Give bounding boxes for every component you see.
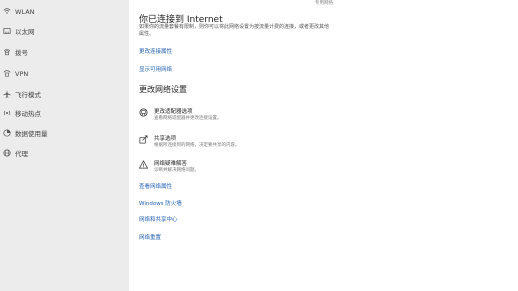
sidebar: WLAN 以太网 拨号 VPN 飞行模式 移动热点 数据使用量 代理: [0, 0, 129, 291]
dialup-icon: [4, 48, 10, 56]
wifi-icon: [3, 8, 11, 14]
connection-status-description: 如果你的流量套餐有限制，则你可以将此网络设置为按流量计费的连接，或者更改其他属性…: [139, 24, 330, 37]
sharing-options-item[interactable]: 共享选项 根据所连接到的网络，决定要共享的内容。: [139, 133, 339, 155]
network-sharing-center-link[interactable]: 网络和共享中心: [139, 215, 178, 223]
change-network-settings-heading: 更改网络设置: [139, 85, 187, 94]
setting-description: 诊断并解决网络问题。: [154, 168, 199, 173]
vpn-icon: [3, 70, 11, 77]
setting-title: 更改适配器选项: [154, 109, 193, 115]
network-reset-link[interactable]: 网络重置: [139, 233, 161, 241]
adapter-icon: [139, 108, 148, 117]
sidebar-item-label: 拨号: [15, 49, 28, 57]
globe-icon: [3, 149, 11, 157]
setting-title: 网络疑难解答: [154, 161, 188, 167]
setting-description: 查看网络适配器并更改连接设置。: [154, 116, 222, 121]
sidebar-item-dialup[interactable]: 拨号: [0, 43, 129, 63]
sidebar-item-airplane-mode[interactable]: 飞行模式: [0, 85, 129, 105]
ethernet-icon: [3, 28, 11, 34]
sidebar-item-label: 移动热点: [15, 110, 41, 118]
warning-icon: [139, 160, 148, 169]
setting-description: 根据所连接到的网络，决定要共享的内容。: [154, 143, 240, 148]
sidebar-item-label: 代理: [15, 150, 28, 158]
airplane-icon: [3, 90, 11, 98]
sidebar-item-label: 飞行模式: [15, 91, 41, 99]
sidebar-item-label: 以太网: [15, 28, 35, 36]
sidebar-item-proxy[interactable]: 代理: [0, 144, 129, 164]
sidebar-item-wlan[interactable]: WLAN: [0, 2, 129, 22]
sidebar-item-mobile-hotspot[interactable]: 移动热点: [0, 104, 129, 124]
network-troubleshooter-item[interactable]: 网络疑难解答 诊断并解决网络问题。: [139, 158, 339, 180]
sidebar-item-ethernet[interactable]: 以太网: [0, 22, 129, 42]
sidebar-item-label: WLAN: [15, 8, 35, 16]
view-network-properties-link[interactable]: 查看网络属性: [139, 182, 172, 190]
sidebar-item-label: 数据使用量: [15, 130, 48, 138]
data-usage-icon: [3, 129, 11, 137]
window-title: 专用网络: [315, 1, 333, 6]
windows-firewall-link[interactable]: Windows 防火墙: [139, 199, 182, 207]
adapter-options-item[interactable]: 更改适配器选项 查看网络适配器并更改连接设置。: [139, 106, 339, 128]
show-available-networks-link[interactable]: 显示可用网络: [139, 65, 172, 73]
setting-title: 共享选项: [154, 136, 177, 142]
hotspot-icon: [3, 110, 11, 116]
sidebar-item-vpn[interactable]: VPN: [0, 64, 129, 84]
sharing-icon: [139, 135, 148, 144]
change-connection-properties-link[interactable]: 更改连接属性: [139, 47, 172, 55]
main-content: 专用网络 你已连接到 Internet 如果你的流量套餐有限制，则你可以将此网络…: [129, 0, 518, 291]
sidebar-item-data-usage[interactable]: 数据使用量: [0, 124, 129, 144]
sidebar-item-label: VPN: [15, 70, 29, 78]
